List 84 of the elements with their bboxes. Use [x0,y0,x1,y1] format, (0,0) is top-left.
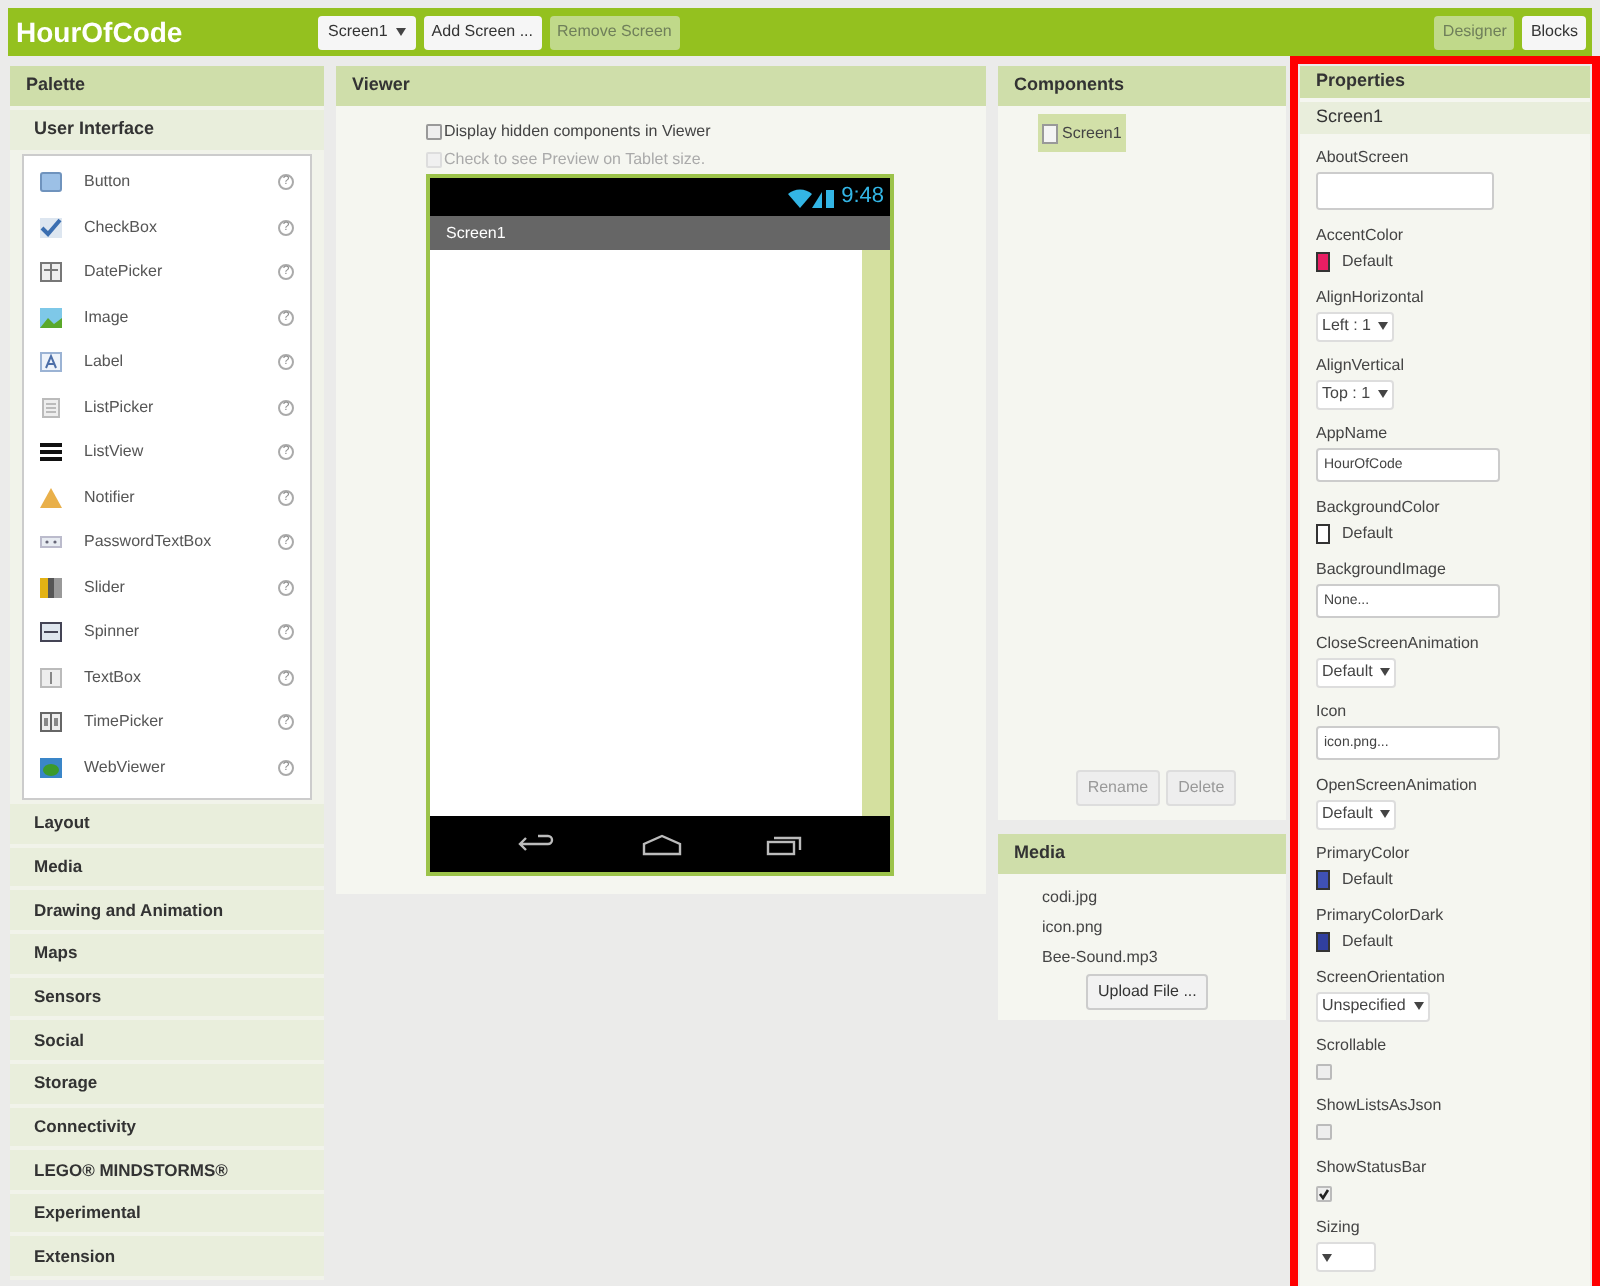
category-header[interactable]: LEGO® MINDSTORMS® [10,1150,324,1190]
checkbox[interactable] [1316,1063,1332,1079]
upload-button[interactable]: Upload File ... [1086,974,1209,1010]
warning-icon [40,487,62,508]
checkbox[interactable] [1316,1124,1332,1140]
category-header[interactable]: Connectivity [10,1107,324,1147]
category-header[interactable]: Sensors [10,977,324,1017]
screen-dropdown[interactable]: Screen1 [318,15,416,49]
category-header[interactable]: Social [10,1020,324,1060]
text-area[interactable] [1316,171,1494,209]
media-file[interactable]: icon.png [1042,916,1286,940]
category-header[interactable]: Maps [10,933,324,974]
dropdown[interactable]: Top : 1 [1316,379,1395,409]
property-label: OpenScreenAnimation [1316,775,1477,795]
dropdown[interactable]: Unspecified [1316,991,1430,1021]
caret-icon [1322,1253,1332,1261]
caret-icon [395,28,406,36]
category-header[interactable]: Experimental [10,1193,324,1233]
tree-item[interactable]: Screen1 [1038,114,1126,152]
color-picker[interactable]: Default [1316,929,1393,953]
recent-apps-icon [766,833,802,855]
caret-icon [1378,322,1389,330]
dropdown[interactable] [1316,1242,1376,1272]
media-file[interactable]: Bee-Sound.mp3 [1042,946,1286,970]
component-name: Screen1 [1300,101,1590,133]
color-picker[interactable]: Default [1316,521,1393,545]
panel-header: Components [998,66,1286,106]
signal-icon [787,187,836,207]
property-label: AlignHorizontal [1316,287,1424,307]
screen-title-bar: Screen1 [430,216,890,250]
view-tab[interactable]: Blocks [1522,15,1586,49]
button-icon [40,172,62,193]
dropdown[interactable]: Left : 1 [1316,311,1395,341]
property-label: PrimaryColor [1316,843,1410,863]
list-icon [40,397,62,418]
screen-icon [1042,123,1058,143]
home-icon [642,833,682,855]
dropdown[interactable]: Default [1316,799,1397,829]
add-screen-button[interactable]: Add Screen ... [423,15,541,49]
app-title: HourOfCode [16,13,185,51]
category-header[interactable]: User Interface [10,109,324,150]
category-header[interactable]: Media [10,847,324,887]
image-icon [40,307,62,328]
password-icon [40,532,62,553]
bars-icon [40,577,62,598]
checkbox[interactable] [1316,1185,1332,1201]
property-label: AccentColor [1316,225,1404,245]
caret-icon [1378,390,1389,398]
property-label: AppName [1316,423,1388,443]
media-file[interactable]: codi.jpg [1042,886,1286,910]
textbox-icon [40,667,62,688]
panel-header: Viewer [336,66,986,106]
category-header[interactable]: Extension [10,1236,324,1277]
caret-icon [1380,668,1391,676]
property-label: ShowListsAsJson [1316,1096,1442,1116]
property-label: BackgroundImage [1316,559,1446,579]
globe-icon [40,757,62,778]
property-label: ScreenOrientation [1316,967,1445,987]
caret-icon [1380,810,1391,818]
panel-header: Palette [10,66,324,106]
category-header[interactable]: Drawing and Animation [10,890,324,930]
back-icon [518,834,558,854]
list-icon [40,442,62,463]
property-label: AlignVertical [1316,355,1405,375]
property-label: BackgroundColor [1316,497,1440,517]
viewer-option[interactable]: Display hidden components in Viewer [426,120,986,144]
panel-header: Media [998,834,1286,874]
dropdown[interactable]: Default [1316,657,1397,687]
property-label: CloseScreenAnimation [1316,633,1479,653]
property-label: ShowStatusBar [1316,1157,1427,1177]
property-label: Sizing [1316,1218,1360,1238]
color-picker[interactable]: Default [1316,249,1393,273]
property-label: Scrollable [1316,1035,1387,1055]
property-label: Icon [1316,701,1347,721]
property-label: AboutScreen [1316,147,1409,167]
status-time: 9:48 [841,182,884,213]
category-header[interactable]: Layout [10,804,324,844]
color-picker[interactable]: Default [1316,867,1393,891]
checkmark-icon [40,217,62,238]
property-label: PrimaryColorDark [1316,905,1444,925]
letter-icon [40,352,62,373]
category-header[interactable]: Storage [10,1063,324,1104]
panel-header: Properties [1300,66,1590,98]
caret-icon [1413,1002,1424,1010]
